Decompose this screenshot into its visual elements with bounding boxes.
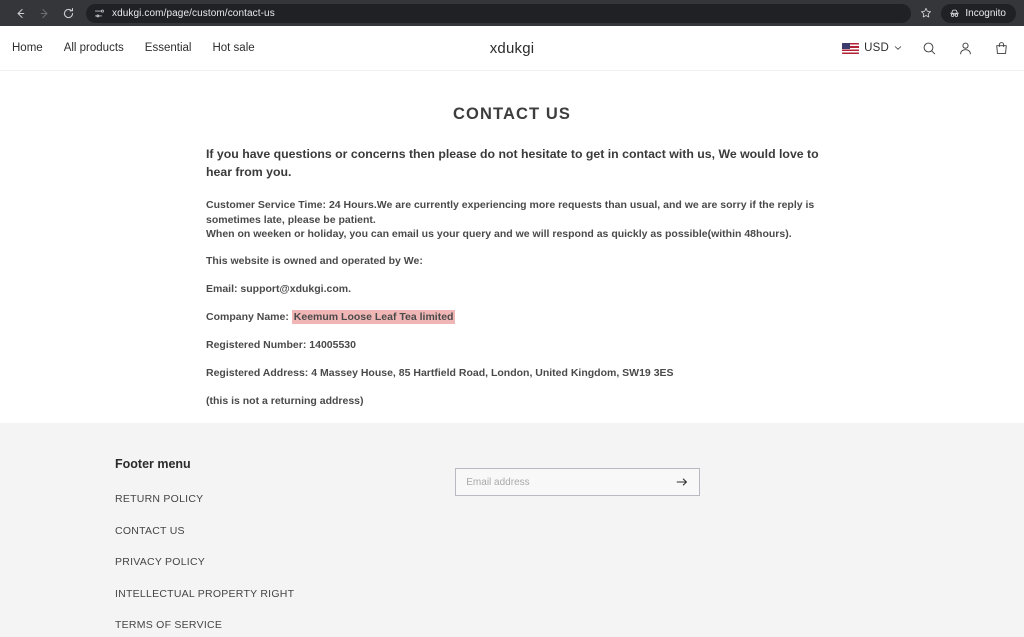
service-time-line-1: Customer Service Time: 24 Hours.We are c…: [206, 198, 815, 226]
url-text: xdukgi.com/page/custom/contact-us: [112, 7, 275, 19]
list-item: CONTACT US: [115, 521, 294, 539]
lead-paragraph: If you have questions or concerns then p…: [206, 147, 819, 179]
footer-link-terms-of-service[interactable]: TERMS OF SERVICE: [115, 619, 222, 631]
footer-links-list: RETURN POLICY CONTACT US PRIVACY POLICY …: [115, 489, 294, 637]
back-button[interactable]: [8, 2, 32, 24]
footer-menu-title: Footer menu: [115, 457, 191, 471]
reload-button[interactable]: [56, 2, 80, 24]
list-item: INTELLECTUAL PROPERTY RIGHT: [115, 584, 294, 602]
main-navigation: Home All products Essential Hot sale: [12, 42, 255, 54]
service-time-paragraph: Customer Service Time: 24 Hours.We are c…: [206, 198, 832, 243]
forward-arrow-icon: [40, 8, 47, 18]
nav-item-all-products[interactable]: All products: [64, 42, 124, 54]
incognito-hat-icon: [950, 9, 960, 17]
nav-item-home[interactable]: Home: [12, 42, 43, 54]
email-line: Email: support@xdukgi.com.: [206, 283, 352, 296]
us-flag-icon: [842, 42, 860, 54]
service-time-line-2: When on weeken or holiday, you can email…: [206, 228, 792, 241]
currency-code: USD: [864, 42, 889, 54]
cart-icon[interactable]: [992, 39, 1010, 57]
bookmark-button[interactable]: [915, 2, 937, 24]
page-main: CONTACT US If you have questions or conc…: [0, 71, 1024, 423]
page-title: CONTACT US: [453, 105, 571, 123]
company-name-label: Company Name:: [206, 311, 289, 324]
list-item: PRIVACY POLICY: [115, 552, 294, 570]
site-footer: Footer menu RETURN POLICY CONTACT US PRI…: [0, 423, 1024, 637]
currency-selector[interactable]: USD: [842, 42, 902, 54]
footer-link-intellectual-property-right[interactable]: INTELLECTUAL PROPERTY RIGHT: [115, 588, 294, 600]
list-item: RETURN POLICY: [115, 489, 294, 507]
footer-link-privacy-policy[interactable]: PRIVACY POLICY: [115, 556, 205, 568]
newsletter-submit-button[interactable]: [674, 474, 690, 490]
newsletter-signup: [455, 457, 701, 637]
owned-by-line: This website is owned and operated by We…: [206, 255, 423, 268]
footer-inner: Footer menu RETURN POLICY CONTACT US PRI…: [0, 457, 1024, 637]
address-bar[interactable]: xdukgi.com/page/custom/contact-us: [86, 3, 912, 23]
chevron-down-icon: [894, 46, 902, 50]
nav-item-essential[interactable]: Essential: [145, 42, 192, 54]
returning-address-note: (this is not a returning address): [206, 394, 364, 407]
footer-link-contact-us[interactable]: CONTACT US: [115, 525, 185, 537]
incognito-indicator[interactable]: Incognito: [941, 3, 1016, 23]
site-settings-sliders-icon[interactable]: [94, 8, 105, 19]
star-icon: [921, 7, 932, 18]
account-icon[interactable]: [956, 39, 974, 57]
back-arrow-icon: [17, 8, 24, 18]
footer-menu: Footer menu RETURN POLICY CONTACT US PRI…: [115, 457, 294, 637]
forward-button[interactable]: [32, 2, 56, 24]
nav-item-hot-sale[interactable]: Hot sale: [212, 42, 254, 54]
reload-icon: [63, 7, 73, 18]
newsletter-form: [455, 468, 701, 496]
company-name-value: Keemum Loose Leaf Tea limited: [291, 310, 456, 325]
registered-address-line: Registered Address: 4 Massey House, 85 H…: [206, 367, 674, 379]
arrow-right-icon: [676, 478, 688, 486]
search-icon[interactable]: [920, 39, 938, 57]
header-actions: USD: [842, 39, 1010, 57]
footer-link-return-policy[interactable]: RETURN POLICY: [115, 493, 203, 505]
registered-number-line: Registered Number: 14005530: [206, 339, 356, 352]
browser-toolbar: xdukgi.com/page/custom/contact-us Incogn…: [0, 0, 1024, 26]
content-container: CONTACT US If you have questions or conc…: [192, 105, 832, 409]
site-header: Home All products Essential Hot sale xdu…: [0, 26, 1024, 71]
list-item: TERMS OF SERVICE: [115, 615, 294, 633]
company-name-line: Company Name: Keemum Loose Leaf Tea limi…: [206, 310, 832, 325]
incognito-label: Incognito: [965, 7, 1006, 19]
email-input[interactable]: [466, 476, 675, 488]
